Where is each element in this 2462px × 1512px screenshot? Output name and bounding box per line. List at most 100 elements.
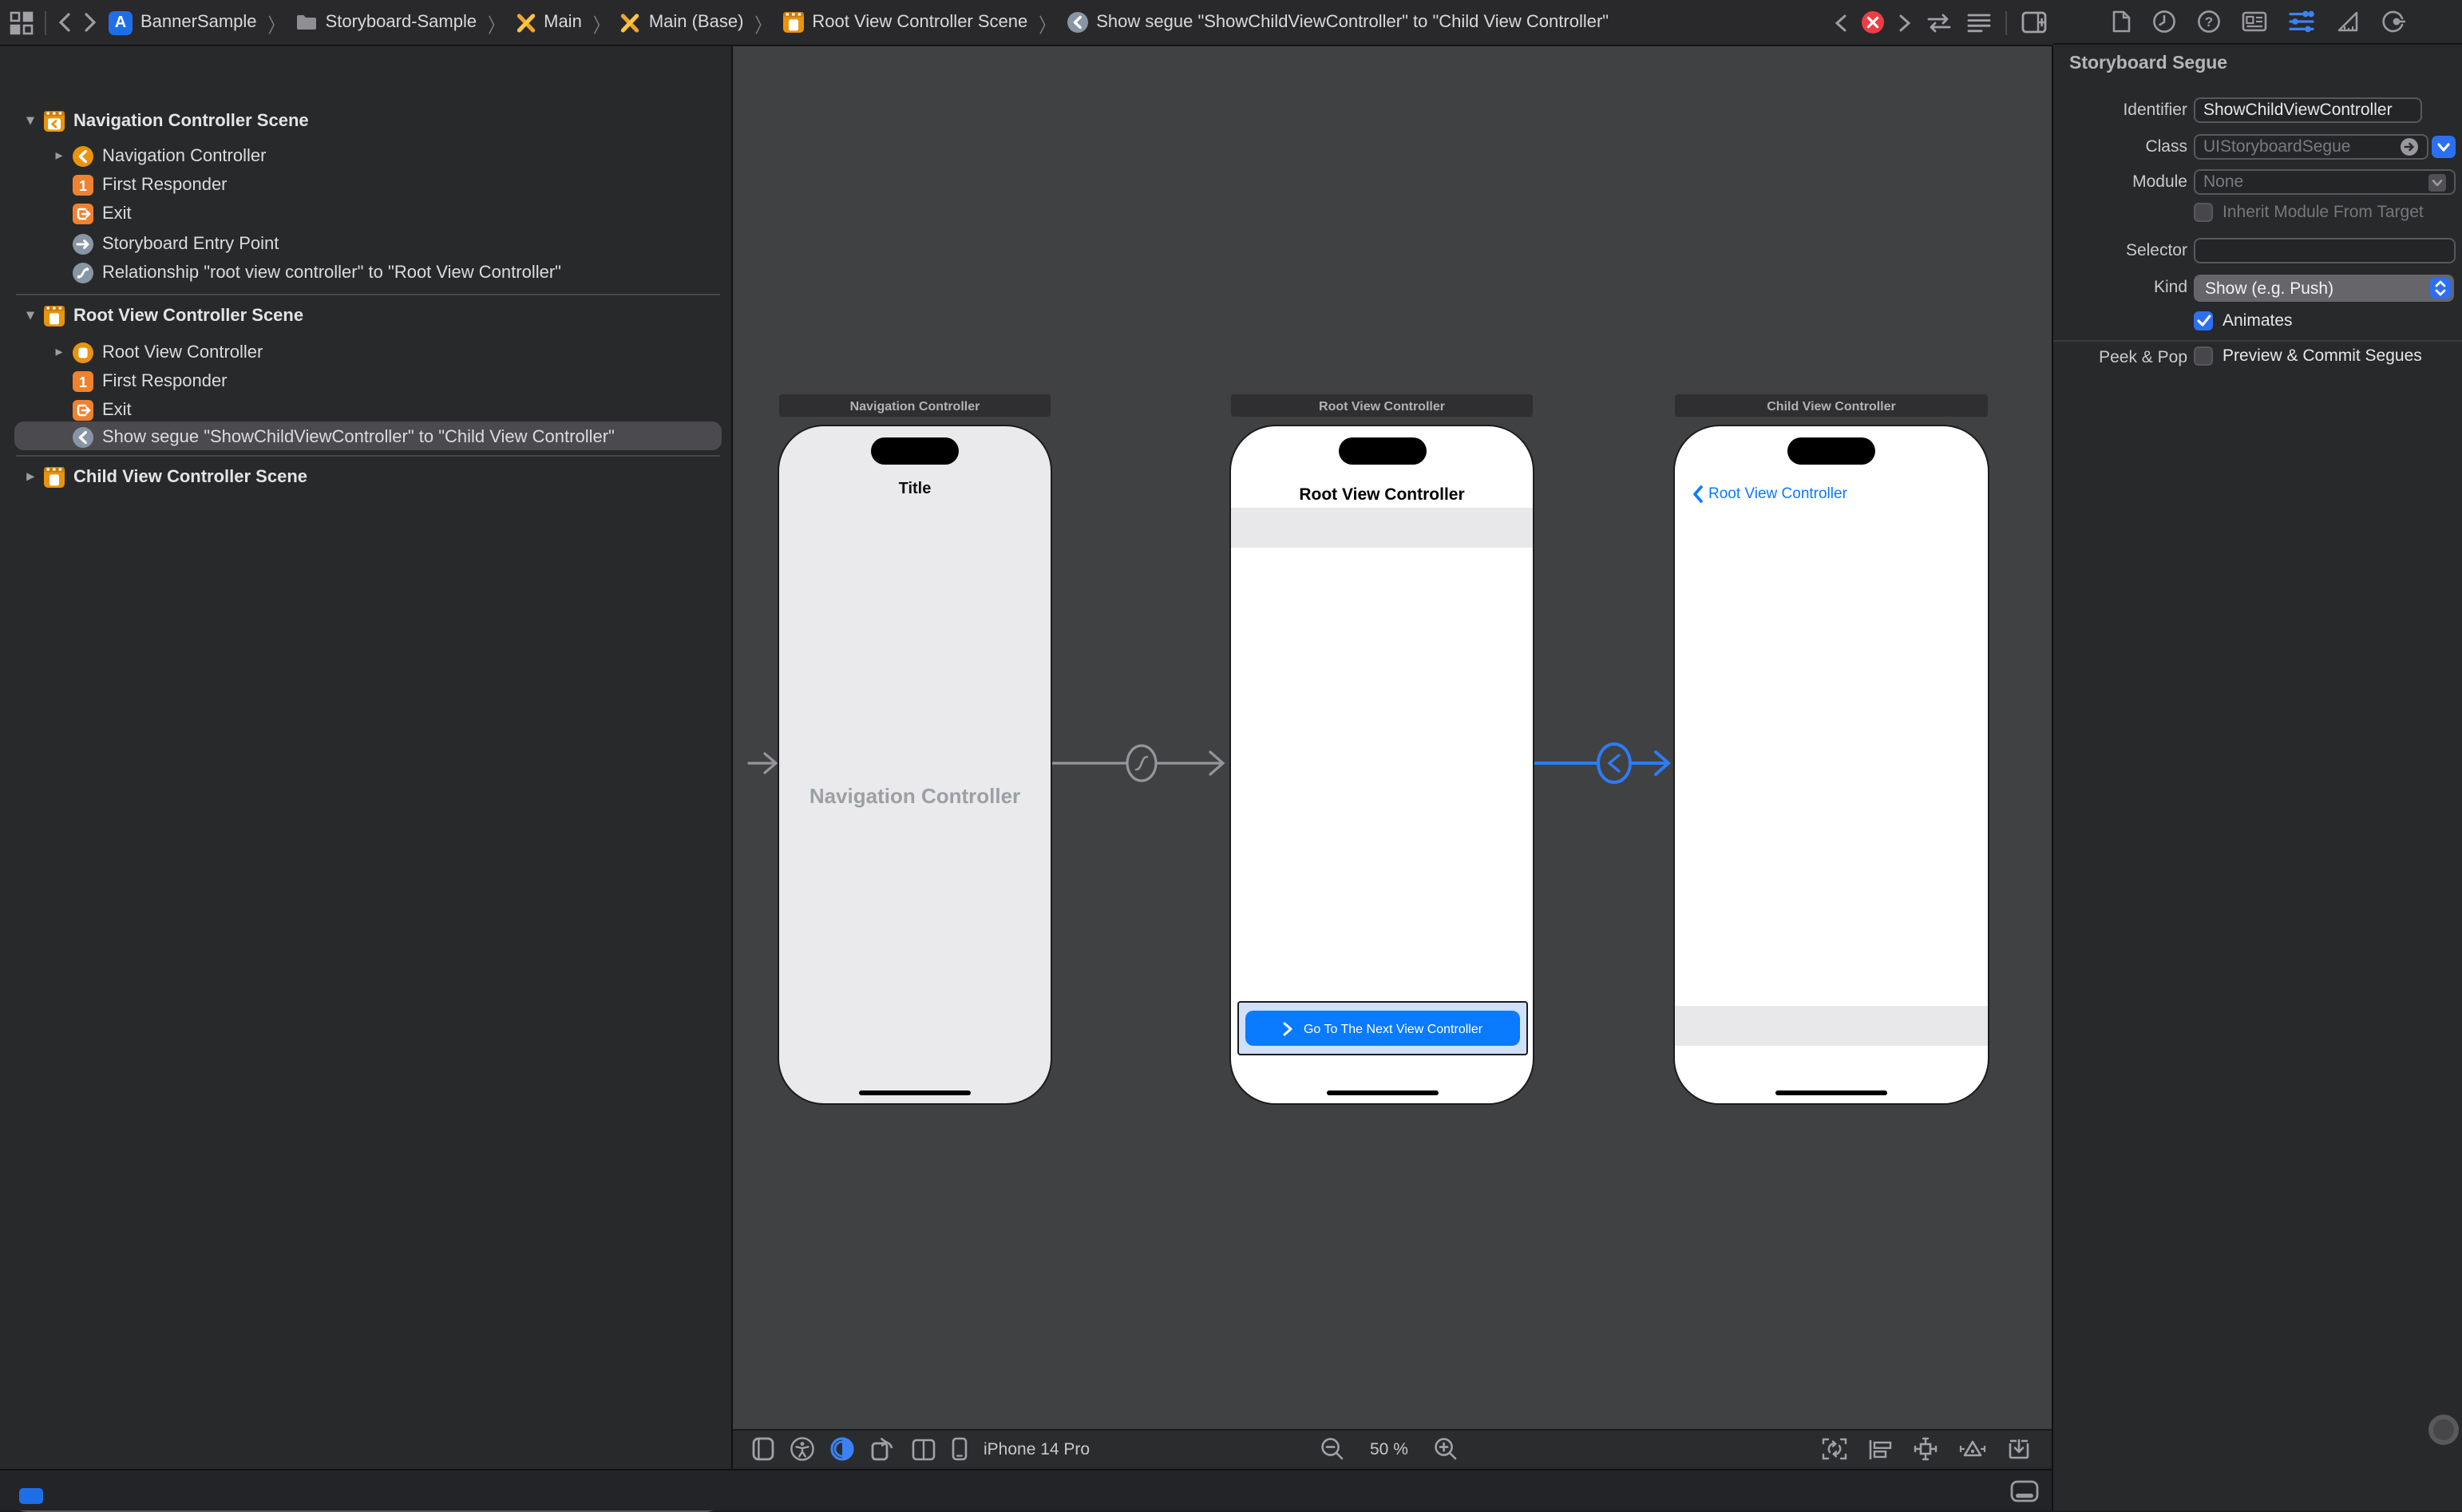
peek-pop-checkbox[interactable] — [2194, 346, 2213, 366]
go-next-button[interactable]: Go To The Next View Controller — [1245, 1011, 1520, 1046]
scene-title-bar-navigation-controller[interactable]: Navigation Controller — [778, 393, 1052, 418]
chevron-left-icon — [1692, 485, 1704, 503]
add-editor-icon[interactable] — [2021, 11, 2047, 34]
class-jump-arrow-icon[interactable] — [2400, 137, 2419, 156]
next-issue-button[interactable] — [1898, 14, 1911, 31]
scene-icon — [43, 109, 65, 132]
tab-size-inspector[interactable] — [2335, 10, 2359, 34]
disclosure-open-icon[interactable]: ▾ — [22, 307, 38, 324]
back-button[interactable] — [57, 13, 72, 32]
exit-icon — [72, 398, 94, 421]
entry-point-arrow — [749, 754, 776, 773]
identifier-label: Identifier — [2060, 101, 2187, 120]
home-indicator — [859, 1090, 971, 1095]
storyboard-canvas[interactable]: Navigation Controller Root View Controll… — [733, 46, 2052, 1429]
tab-help-inspector[interactable]: ? — [2196, 10, 2220, 34]
module-dropdown-icon[interactable] — [2428, 173, 2446, 191]
prev-issue-button[interactable] — [1835, 14, 1847, 31]
outline-row-root-view-controller[interactable]: ▸ Root View Controller — [0, 338, 782, 366]
disclosure-closed-icon[interactable]: ▸ — [51, 343, 67, 361]
toolbar-left-controls: A BannerSample 〉 Storyboard-Sample 〉 Mai… — [10, 0, 1609, 45]
outline-row-navigation-controller[interactable]: ▸ Navigation Controller — [0, 142, 782, 169]
breadcrumb-storyboard-base[interactable]: Main (Base) — [620, 12, 744, 33]
breadcrumb-segue[interactable]: Show segue "ShowChildViewController" to … — [1066, 11, 1609, 34]
forward-button[interactable] — [83, 13, 97, 32]
navigation-controller-watermark: Navigation Controller — [779, 784, 1051, 808]
align-icon[interactable] — [1868, 1438, 1892, 1460]
outline-row-nav-scene[interactable]: ▾ Navigation Controller Scene — [0, 107, 754, 134]
appearance-toggle-icon[interactable] — [830, 1437, 854, 1461]
outline-row-first-responder-2[interactable]: 1 First Responder — [0, 367, 803, 394]
zoom-out-icon[interactable] — [1320, 1437, 1344, 1461]
tab-identity-inspector[interactable] — [2241, 11, 2266, 32]
selector-field-wrap — [2194, 238, 2456, 263]
outline-row-exit-2[interactable]: Exit — [0, 396, 803, 423]
animates-checkbox[interactable] — [2194, 311, 2213, 331]
scene-title-bar-root-view-controller[interactable]: Root View Controller — [1229, 393, 1534, 418]
accessibility-icon[interactable] — [790, 1437, 814, 1461]
device-name[interactable]: iPhone 14 Pro — [984, 1439, 1090, 1459]
relationship-segue-connector — [1052, 746, 1223, 781]
split-view-icon[interactable] — [912, 1438, 936, 1460]
selector-input[interactable] — [2203, 241, 2446, 260]
dynamic-island — [1787, 437, 1875, 465]
tab-attributes-inspector-selected[interactable] — [2287, 10, 2314, 34]
outline-row-exit[interactable]: Exit — [0, 200, 803, 227]
tab-connections-inspector[interactable] — [2380, 10, 2405, 34]
dynamic-island — [1338, 437, 1426, 465]
chevron-right-icon — [1283, 1021, 1294, 1035]
peek-pop-label: Peek & Pop — [2060, 348, 2187, 367]
panel-toggle-icon[interactable] — [2010, 1480, 2039, 1502]
swap-editor-icon[interactable] — [1926, 12, 1953, 33]
inspector-divider[interactable] — [2052, 46, 2053, 1510]
back-bar-button[interactable]: Root View Controller — [1692, 485, 1847, 503]
zoom-in-icon[interactable] — [1434, 1437, 1458, 1461]
tab-history-inspector[interactable] — [2151, 10, 2175, 34]
nav-bar-title: Title — [779, 481, 1051, 498]
breadcrumb-storyboard[interactable]: Main — [515, 12, 582, 33]
phone-root-view-controller[interactable]: Root View Controller Go To The Next View… — [1229, 425, 1534, 1105]
editor-options-icon[interactable] — [1967, 12, 1991, 33]
app-icon: A — [109, 10, 133, 34]
inherit-module-checkbox[interactable] — [2194, 203, 2213, 222]
editor-grid-icon[interactable] — [10, 10, 34, 34]
disclosure-closed-icon[interactable]: ▸ — [51, 147, 67, 164]
breadcrumb-scene[interactable]: Root View Controller Scene — [782, 11, 1027, 34]
outline-row-first-responder[interactable]: 1 First Responder — [0, 171, 803, 198]
storyboard-tab-indicator[interactable] — [19, 1488, 43, 1504]
disclosure-open-icon[interactable]: ▾ — [22, 112, 38, 129]
kind-label: Kind — [2060, 278, 2187, 297]
phone-child-view-controller[interactable]: Root View Controller — [1673, 425, 1989, 1105]
home-indicator — [1326, 1090, 1438, 1095]
breadcrumb-project[interactable]: A BannerSample — [109, 10, 257, 34]
tab-file-inspector[interactable] — [2110, 10, 2131, 34]
outline-row-entry-point[interactable]: Storyboard Entry Point — [0, 230, 803, 257]
module-field[interactable]: None — [2194, 169, 2456, 195]
orientation-icon[interactable] — [870, 1437, 896, 1461]
kind-popup-button[interactable]: Show (e.g. Push) — [2194, 275, 2454, 302]
outline-label: Navigation Controller Scene — [73, 111, 309, 130]
outline-row-root-scene[interactable]: ▾ Root View Controller Scene — [0, 302, 754, 329]
error-badge-icon[interactable] — [1862, 11, 1884, 34]
outline-row-child-scene[interactable]: ▸ Child View Controller Scene — [0, 463, 754, 490]
phone-navigation-controller[interactable]: Title Navigation Controller — [778, 425, 1052, 1105]
class-dropdown-button[interactable] — [2432, 135, 2456, 157]
update-frames-icon[interactable] — [1822, 1437, 1847, 1461]
disclosure-closed-icon[interactable]: ▸ — [22, 468, 38, 485]
device-bezel-icon[interactable] — [752, 1437, 774, 1461]
phone-icon[interactable] — [952, 1437, 968, 1461]
outline-row-relationship[interactable]: Relationship "root view controller" to "… — [0, 259, 803, 286]
zoom-level[interactable]: 50 % — [1370, 1439, 1408, 1459]
identifier-input[interactable] — [2203, 101, 2413, 120]
outline-row-show-segue[interactable]: Show segue "ShowChildViewController" to … — [0, 423, 803, 450]
embed-icon[interactable] — [2007, 1437, 2031, 1461]
add-constraints-icon[interactable] — [1913, 1437, 1938, 1461]
class-field[interactable]: UIStoryboardSegue — [2194, 133, 2428, 159]
outline-label: First Responder — [102, 175, 228, 194]
outline-separator — [16, 455, 720, 457]
breadcrumb-group[interactable]: Storyboard-Sample — [295, 13, 477, 32]
show-segue-connector — [1534, 744, 1668, 782]
resolve-layout-icon[interactable] — [1959, 1437, 1986, 1461]
floating-handle[interactable] — [2428, 1415, 2459, 1445]
scene-title-bar-child-view-controller[interactable]: Child View Controller — [1673, 393, 1989, 418]
